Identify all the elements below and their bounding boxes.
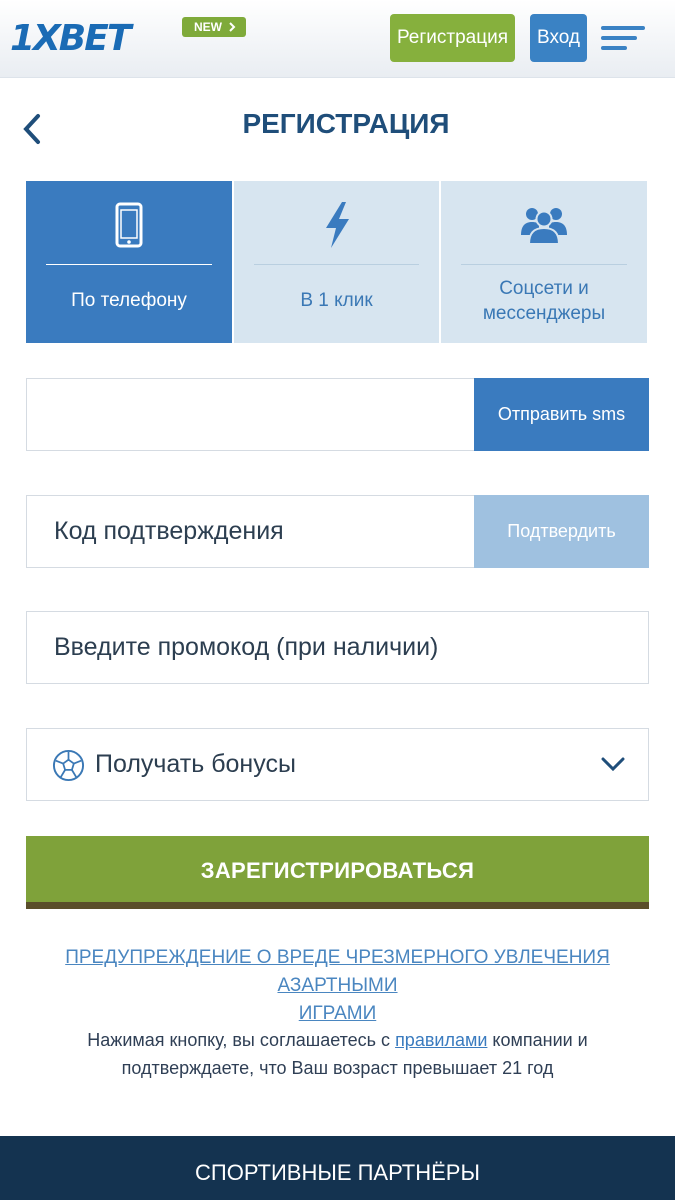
chevron-right-icon <box>229 22 236 32</box>
hamburger-menu-icon[interactable] <box>601 26 645 54</box>
confirmation-code-field[interactable]: Код подтверждения Подтвердить <box>26 495 649 568</box>
terms-prefix: Нажимая кнопку, вы соглашаетесь с <box>87 1030 396 1050</box>
tab-social-label-line1: Соцсети и <box>499 278 589 299</box>
tab-divider <box>254 264 419 265</box>
lightning-icon <box>325 202 349 248</box>
terms-text: Нажимая кнопку, вы соглашаетесь с правил… <box>40 1026 635 1082</box>
phone-icon <box>115 202 143 248</box>
tab-social-messengers[interactable]: Соцсети и мессенджеры <box>441 181 647 343</box>
promo-code-field[interactable]: Введите промокод (при наличии) <box>26 611 649 684</box>
bonus-select-value: Получать бонусы <box>95 750 296 778</box>
register-submit-button[interactable]: ЗАРЕГИСТРИРОВАТЬСЯ <box>26 836 649 909</box>
new-badge-label: NEW <box>194 20 222 34</box>
tab-social-label-line2: мессенджеры <box>482 303 606 324</box>
top-header: 1XBET NEW Регистрация Вход <box>0 0 675 78</box>
rules-link[interactable]: правилами <box>395 1030 487 1050</box>
tab-divider <box>46 264 212 265</box>
promo-code-input[interactable]: Введите промокод (при наличии) <box>54 612 438 683</box>
bonus-select[interactable]: Получать бонусы <box>26 728 649 801</box>
login-button[interactable]: Вход <box>530 14 587 62</box>
warning-line-2: ИГРАМИ <box>298 1003 377 1024</box>
tab-one-click[interactable]: В 1 клик <box>234 181 439 343</box>
phone-field[interactable]: Отправить sms <box>26 378 649 451</box>
warning-line-1: ПРЕДУПРЕЖДЕНИЕ О ВРЕДЕ ЧРЕЗМЕРНОГО УВЛЕЧ… <box>65 947 610 996</box>
terms-line-2: подтверждаете, что Ваш возраст превышает… <box>121 1058 554 1078</box>
page-title: РЕГИСТРАЦИЯ <box>242 108 450 139</box>
confirm-button[interactable]: Подтвердить <box>474 495 649 568</box>
terms-suffix: компании и <box>487 1030 588 1050</box>
gambling-warning-link[interactable]: ПРЕДУПРЕЖДЕНИЕ О ВРЕДЕ ЧРЕЗМЕРНОГО УВЛЕЧ… <box>20 944 655 1028</box>
tab-by-phone-label: По телефону <box>71 290 187 311</box>
tab-by-phone[interactable]: По телефону <box>26 181 232 343</box>
logo[interactable]: 1XBET <box>10 18 131 59</box>
header-register-button[interactable]: Регистрация <box>390 14 515 62</box>
soccer-ball-icon <box>52 749 85 782</box>
phone-input[interactable] <box>54 379 474 450</box>
confirmation-code-input[interactable]: Код подтверждения <box>54 496 284 567</box>
users-icon <box>521 208 567 245</box>
chevron-down-icon[interactable] <box>600 754 626 774</box>
tab-one-click-label: В 1 клик <box>300 290 373 311</box>
tab-divider <box>461 264 627 265</box>
new-badge[interactable]: NEW <box>182 17 246 37</box>
sports-partners-heading[interactable]: СПОРТИВНЫЕ ПАРТНЁРЫ <box>0 1160 675 1186</box>
send-sms-button[interactable]: Отправить sms <box>474 378 649 451</box>
